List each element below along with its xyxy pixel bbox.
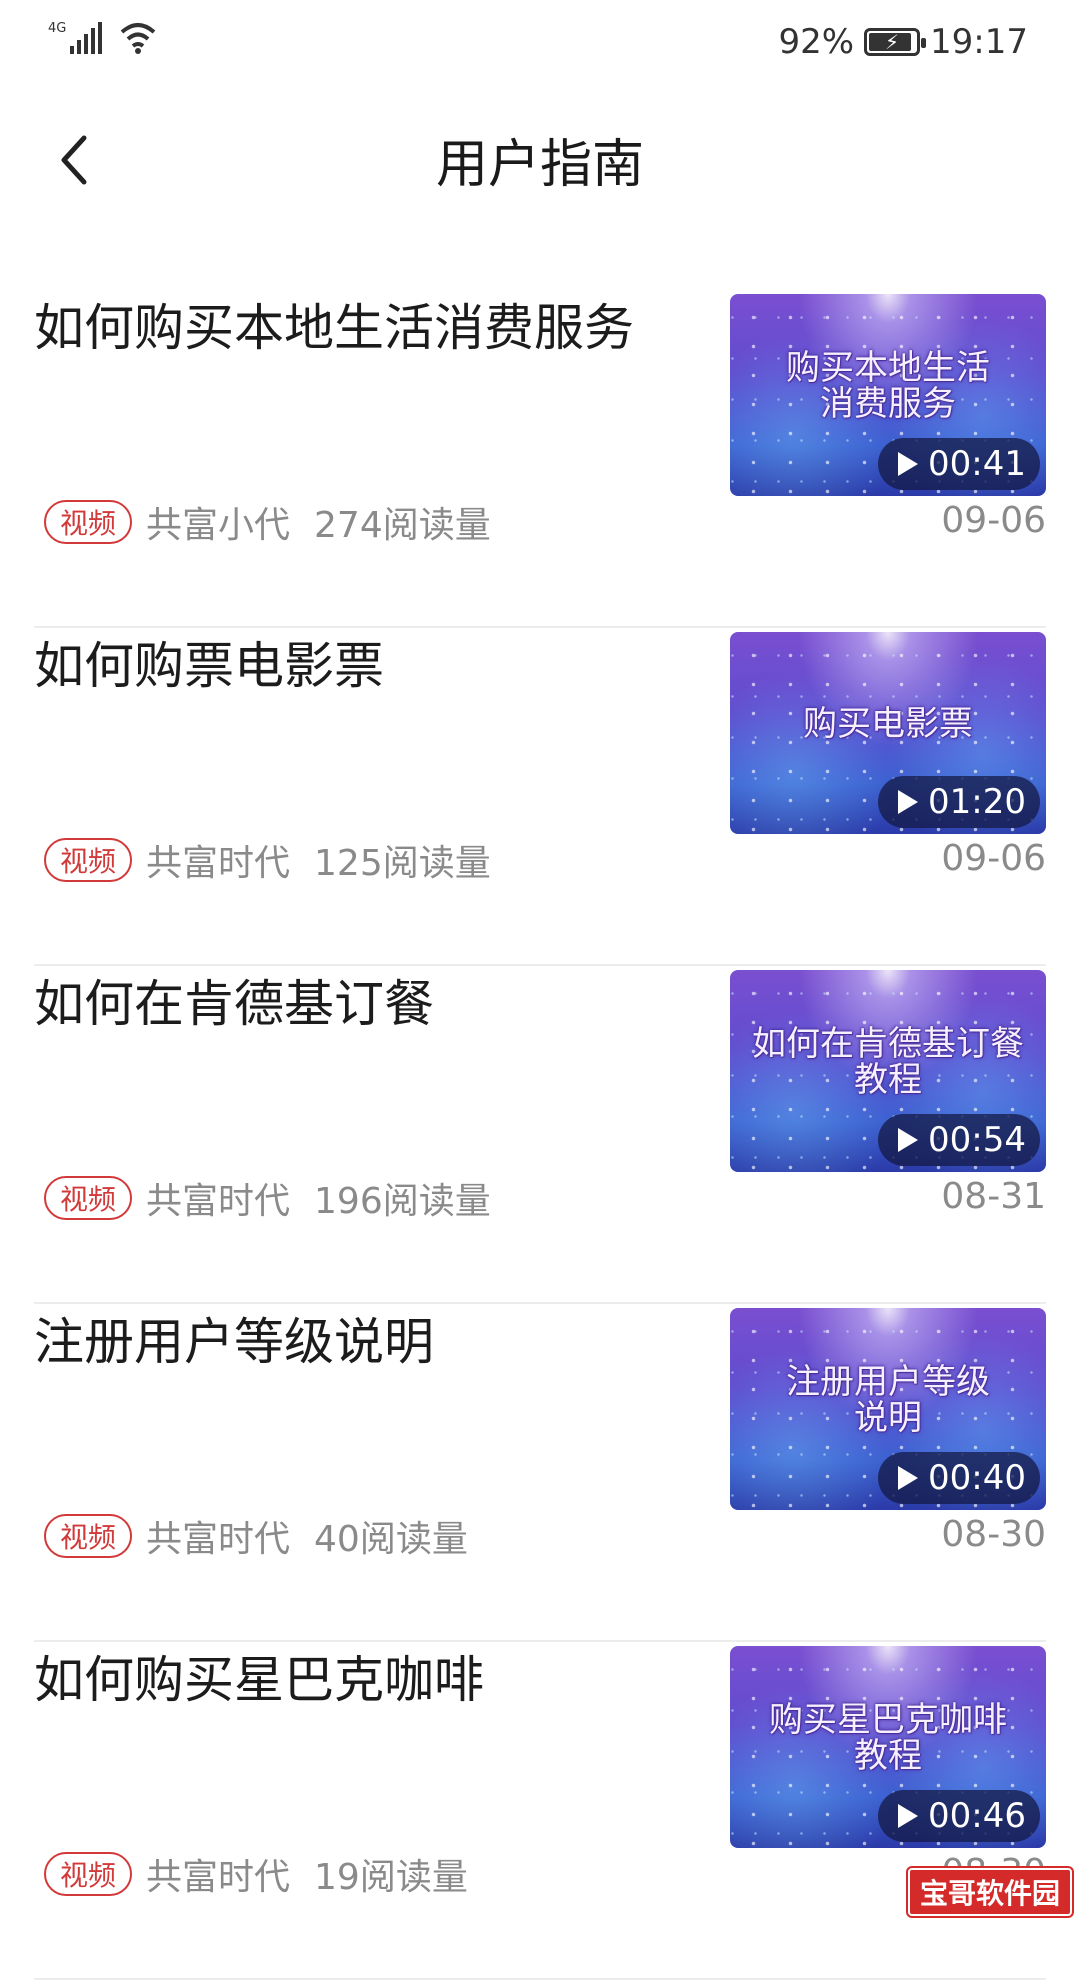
duration-text: 00:54 <box>928 1120 1026 1160</box>
publish-date: 08-31 <box>941 1176 1046 1217</box>
video-tag-badge: 视频 <box>44 838 133 882</box>
duration-badge: 00:46 <box>878 1790 1040 1842</box>
video-thumbnail[interactable]: 购买电影票 01:20 <box>730 632 1046 834</box>
video-thumbnail[interactable]: 购买星巴克咖啡 教程 00:46 <box>730 1646 1046 1848</box>
read-count: 19阅读量 <box>314 1857 468 1898</box>
thumbnail-caption: 注册用户等级 说明 <box>786 1362 990 1438</box>
publish-date: 09-06 <box>941 838 1046 879</box>
item-title: 注册用户等级说明 <box>34 1313 434 1371</box>
read-count: 40阅读量 <box>314 1519 468 1560</box>
battery-icon: ⚡ <box>864 28 927 56</box>
list-item[interactable]: 如何购票电影票 购买电影票 01:20 视频 共富时代 125阅读量 09-06 <box>34 628 1046 966</box>
video-thumbnail[interactable]: 如何在肯德基订餐 教程 00:54 <box>730 970 1046 1172</box>
article-list: 如何购买本地生活消费服务 购买本地生活 消费服务 00:41 视频 共富小代 2… <box>0 290 1080 1980</box>
duration-text: 00:46 <box>928 1796 1026 1836</box>
video-tag-badge: 视频 <box>44 1852 133 1896</box>
read-count: 274阅读量 <box>314 505 491 546</box>
play-icon <box>898 790 919 814</box>
thumbnail-caption: 购买本地生活 消费服务 <box>786 348 990 424</box>
video-thumbnail[interactable]: 注册用户等级 说明 00:40 <box>730 1308 1046 1510</box>
list-item[interactable]: 如何在肯德基订餐 如何在肯德基订餐 教程 00:54 视频 共富时代 196阅读… <box>34 966 1046 1304</box>
status-right: 92% ⚡ 19:17 <box>778 18 1028 66</box>
author: 共富小代 <box>146 505 291 546</box>
read-count: 125阅读量 <box>314 843 491 884</box>
author: 共富时代 <box>146 1519 291 1560</box>
status-bar: 4G 92% ⚡ 19:17 <box>0 0 1080 84</box>
item-meta: 视频 共富时代 125阅读量 <box>44 834 491 886</box>
play-icon <box>898 1128 919 1152</box>
clock: 19:17 <box>930 22 1028 62</box>
play-icon <box>898 1466 919 1490</box>
list-item[interactable]: 如何购买星巴克咖啡 购买星巴克咖啡 教程 00:46 视频 共富时代 19阅读量… <box>34 1642 1046 1980</box>
site-watermark: 宝哥软件园 <box>907 1868 1072 1916</box>
read-count: 196阅读量 <box>314 1181 491 1222</box>
video-tag-badge: 视频 <box>44 1176 133 1220</box>
item-meta: 视频 共富时代 196阅读量 <box>44 1172 491 1224</box>
charging-icon: ⚡ <box>884 30 900 54</box>
video-tag-badge: 视频 <box>44 500 133 544</box>
item-title: 如何购买星巴克咖啡 <box>34 1651 484 1709</box>
thumbnail-caption: 购买星巴克咖啡 教程 <box>769 1700 1007 1776</box>
network-type-label: 4G <box>48 21 66 36</box>
list-item[interactable]: 注册用户等级说明 注册用户等级 说明 00:40 视频 共富时代 40阅读量 0… <box>34 1304 1046 1642</box>
play-icon <box>898 452 919 476</box>
duration-text: 01:20 <box>928 782 1026 822</box>
duration-badge: 00:54 <box>878 1114 1040 1166</box>
publish-date: 08-30 <box>941 1514 1046 1555</box>
item-title: 如何购票电影票 <box>34 637 384 695</box>
author: 共富时代 <box>146 1181 291 1222</box>
video-thumbnail[interactable]: 购买本地生活 消费服务 00:41 <box>730 294 1046 496</box>
item-meta: 视频 共富时代 19阅读量 <box>44 1848 468 1900</box>
thumbnail-caption: 如何在肯德基订餐 教程 <box>752 1024 1024 1100</box>
item-meta: 视频 共富时代 40阅读量 <box>44 1510 468 1562</box>
nav-bar: 用户指南 <box>0 100 1080 220</box>
page-title: 用户指南 <box>435 135 644 195</box>
battery-percent: 92% <box>778 22 855 62</box>
duration-text: 00:40 <box>928 1458 1026 1498</box>
video-tag-badge: 视频 <box>44 1514 133 1558</box>
wifi-icon <box>120 23 156 54</box>
duration-badge: 01:20 <box>878 776 1040 828</box>
item-title: 如何在肯德基订餐 <box>34 975 434 1033</box>
duration-badge: 00:41 <box>878 438 1040 490</box>
list-item[interactable]: 如何购买本地生活消费服务 购买本地生活 消费服务 00:41 视频 共富小代 2… <box>34 290 1046 628</box>
duration-badge: 00:40 <box>878 1452 1040 1504</box>
publish-date: 09-06 <box>941 500 1046 541</box>
status-left: 4G <box>48 18 158 58</box>
cellular-signal-icon: 4G <box>48 21 102 54</box>
play-icon <box>898 1804 919 1828</box>
author: 共富时代 <box>146 843 291 884</box>
item-title: 如何购买本地生活消费服务 <box>34 299 634 357</box>
thumbnail-caption: 购买电影票 <box>803 704 973 744</box>
duration-text: 00:41 <box>928 444 1026 484</box>
author: 共富时代 <box>146 1857 291 1898</box>
item-meta: 视频 共富小代 274阅读量 <box>44 496 491 548</box>
